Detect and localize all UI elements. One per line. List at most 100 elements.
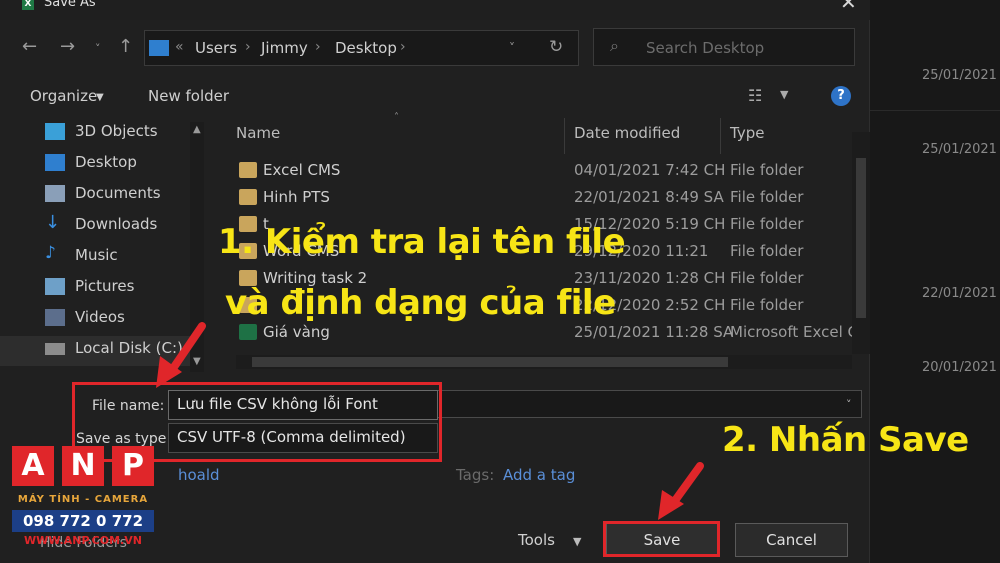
- scroll-up-icon[interactable]: ▲: [193, 124, 201, 135]
- logo-phone: 098 772 0 772: [12, 510, 154, 532]
- organize-button[interactable]: Organize: [30, 87, 97, 105]
- file-type: File folder: [730, 242, 804, 260]
- refresh-icon[interactable]: ↻: [549, 37, 563, 57]
- annotation-step1-line2: và định dạng của file: [225, 283, 616, 323]
- arrow-icon: [658, 462, 704, 520]
- breadcrumb-separator: ›: [315, 39, 321, 55]
- file-name: Giá vàng: [263, 323, 330, 341]
- arrow-icon: [156, 322, 206, 388]
- back-arrow-icon[interactable]: ←: [22, 36, 37, 57]
- vertical-scrollbar[interactable]: [852, 132, 870, 354]
- view-options-icon[interactable]: ☷: [748, 86, 762, 105]
- recent-locations-chevron-icon[interactable]: ˅: [95, 42, 101, 55]
- file-type: File folder: [730, 188, 804, 206]
- pictures-icon: [45, 278, 65, 295]
- annotation-step2: 2. Nhấn Save: [722, 420, 969, 460]
- chevron-down-icon[interactable]: ▼: [780, 88, 788, 101]
- sidebar-item-label: Music: [75, 246, 118, 264]
- sidebar-item-label: 3D Objects: [75, 122, 158, 140]
- file-name: Hinh PTS: [263, 188, 330, 206]
- address-bar[interactable]: « Users › Jimmy › Desktop › ˅ ↻: [144, 30, 579, 66]
- chevron-down-icon[interactable]: ˅: [509, 41, 515, 55]
- scrollbar-thumb[interactable]: [856, 158, 866, 318]
- horizontal-scrollbar[interactable]: [236, 355, 852, 369]
- folder-icon: [149, 40, 169, 56]
- title-bar: X Save As ✕: [0, 0, 870, 20]
- file-row[interactable]: Excel CMS 04/01/2021 7:42 CH File folder: [234, 158, 854, 184]
- file-date: 22/01/2021 8:49 SA: [574, 188, 724, 206]
- file-row[interactable]: Hinh PTS 22/01/2021 8:49 SA File folder: [234, 185, 854, 211]
- cube-icon: [45, 123, 65, 140]
- sidebar-item-label: Pictures: [75, 277, 135, 295]
- authors-value[interactable]: hoald: [178, 466, 220, 484]
- breadcrumb-users[interactable]: Users: [195, 39, 237, 57]
- highlight-box-save: [603, 521, 720, 557]
- column-divider[interactable]: [564, 118, 565, 154]
- cancel-button[interactable]: Cancel: [735, 523, 848, 557]
- background-date: 25/01/2021: [922, 142, 997, 157]
- file-date: 04/01/2021 7:42 CH: [574, 161, 726, 179]
- logo-letter: P: [112, 446, 154, 486]
- new-folder-button[interactable]: New folder: [148, 87, 229, 105]
- desktop-icon: [45, 154, 65, 171]
- sort-ascending-icon: ˄: [394, 112, 399, 123]
- breadcrumb-overflow[interactable]: «: [175, 39, 184, 55]
- search-placeholder: Search Desktop: [646, 39, 765, 57]
- logo-letter: A: [12, 446, 54, 486]
- background-date: 22/01/2021: [922, 286, 997, 301]
- sidebar-item-label: Videos: [75, 308, 125, 326]
- chevron-down-icon[interactable]: ▼: [96, 92, 104, 103]
- scrollbar-thumb[interactable]: [252, 357, 728, 367]
- logo-tagline: MÁY TÍNH - CAMERA: [17, 494, 149, 505]
- command-bar: Organize ▼ New folder ☷ ▼ ?: [0, 82, 870, 112]
- folder-icon: [239, 189, 257, 205]
- chevron-down-icon[interactable]: ˅: [846, 398, 852, 411]
- column-header-name[interactable]: Name: [236, 124, 280, 142]
- tags-label: Tags:: [456, 466, 495, 484]
- background-window: [870, 0, 1000, 563]
- disk-icon: [45, 343, 65, 355]
- column-header-type[interactable]: Type: [730, 124, 764, 142]
- search-icon: ⌕: [610, 36, 619, 55]
- file-date: 25/01/2021 11:28 SA: [574, 323, 734, 341]
- up-arrow-icon[interactable]: ↑: [118, 36, 133, 57]
- breadcrumb-separator: ›: [400, 39, 406, 55]
- column-header-date[interactable]: Date modified: [574, 124, 680, 142]
- excel-icon: X: [22, 0, 34, 10]
- tools-button[interactable]: Tools: [518, 531, 555, 549]
- excel-file-icon: [239, 324, 257, 340]
- sidebar-item-label: Downloads: [75, 215, 158, 233]
- anp-logo: A N P MÁY TÍNH - CAMERA 098 772 0 772 WW…: [12, 446, 154, 552]
- column-divider[interactable]: [720, 118, 721, 154]
- help-icon[interactable]: ?: [831, 86, 851, 106]
- breadcrumb-jimmy[interactable]: Jimmy: [261, 39, 308, 57]
- download-icon: ↓: [45, 212, 61, 233]
- sidebar-item-label: Documents: [75, 184, 161, 202]
- file-type: File folder: [730, 215, 804, 233]
- videos-icon: [45, 309, 65, 326]
- documents-icon: [45, 185, 65, 202]
- background-date: 25/01/2021: [922, 68, 997, 83]
- logo-letter: N: [62, 446, 104, 486]
- folder-icon: [239, 162, 257, 178]
- file-name: Excel CMS: [263, 161, 341, 179]
- tags-input[interactable]: Add a tag: [503, 466, 575, 484]
- window-title: Save As: [44, 0, 96, 10]
- forward-arrow-icon[interactable]: →: [60, 36, 75, 57]
- close-icon[interactable]: ✕: [840, 0, 857, 14]
- logo-website: WWW.ANP.COM.VN: [24, 534, 142, 547]
- breadcrumb-desktop[interactable]: Desktop: [335, 39, 397, 57]
- annotation-step1-line1: 1. Kiểm tra lại tên file: [218, 222, 626, 262]
- chevron-down-icon[interactable]: ▼: [573, 535, 581, 548]
- file-row[interactable]: Giá vàng 25/01/2021 11:28 SA Microsoft E…: [234, 320, 858, 346]
- file-type: File folder: [730, 296, 804, 314]
- file-type: Microsoft Excel C: [730, 323, 859, 341]
- search-input[interactable]: ⌕ Search Desktop: [593, 28, 855, 66]
- breadcrumb-separator: ›: [245, 39, 251, 55]
- music-icon: ♪: [45, 243, 56, 263]
- background-date: 20/01/2021: [922, 360, 997, 375]
- file-type: File folder: [730, 161, 804, 179]
- background-divider: [870, 110, 1000, 111]
- file-type: File folder: [730, 269, 804, 287]
- sidebar-item-label: Desktop: [75, 153, 137, 171]
